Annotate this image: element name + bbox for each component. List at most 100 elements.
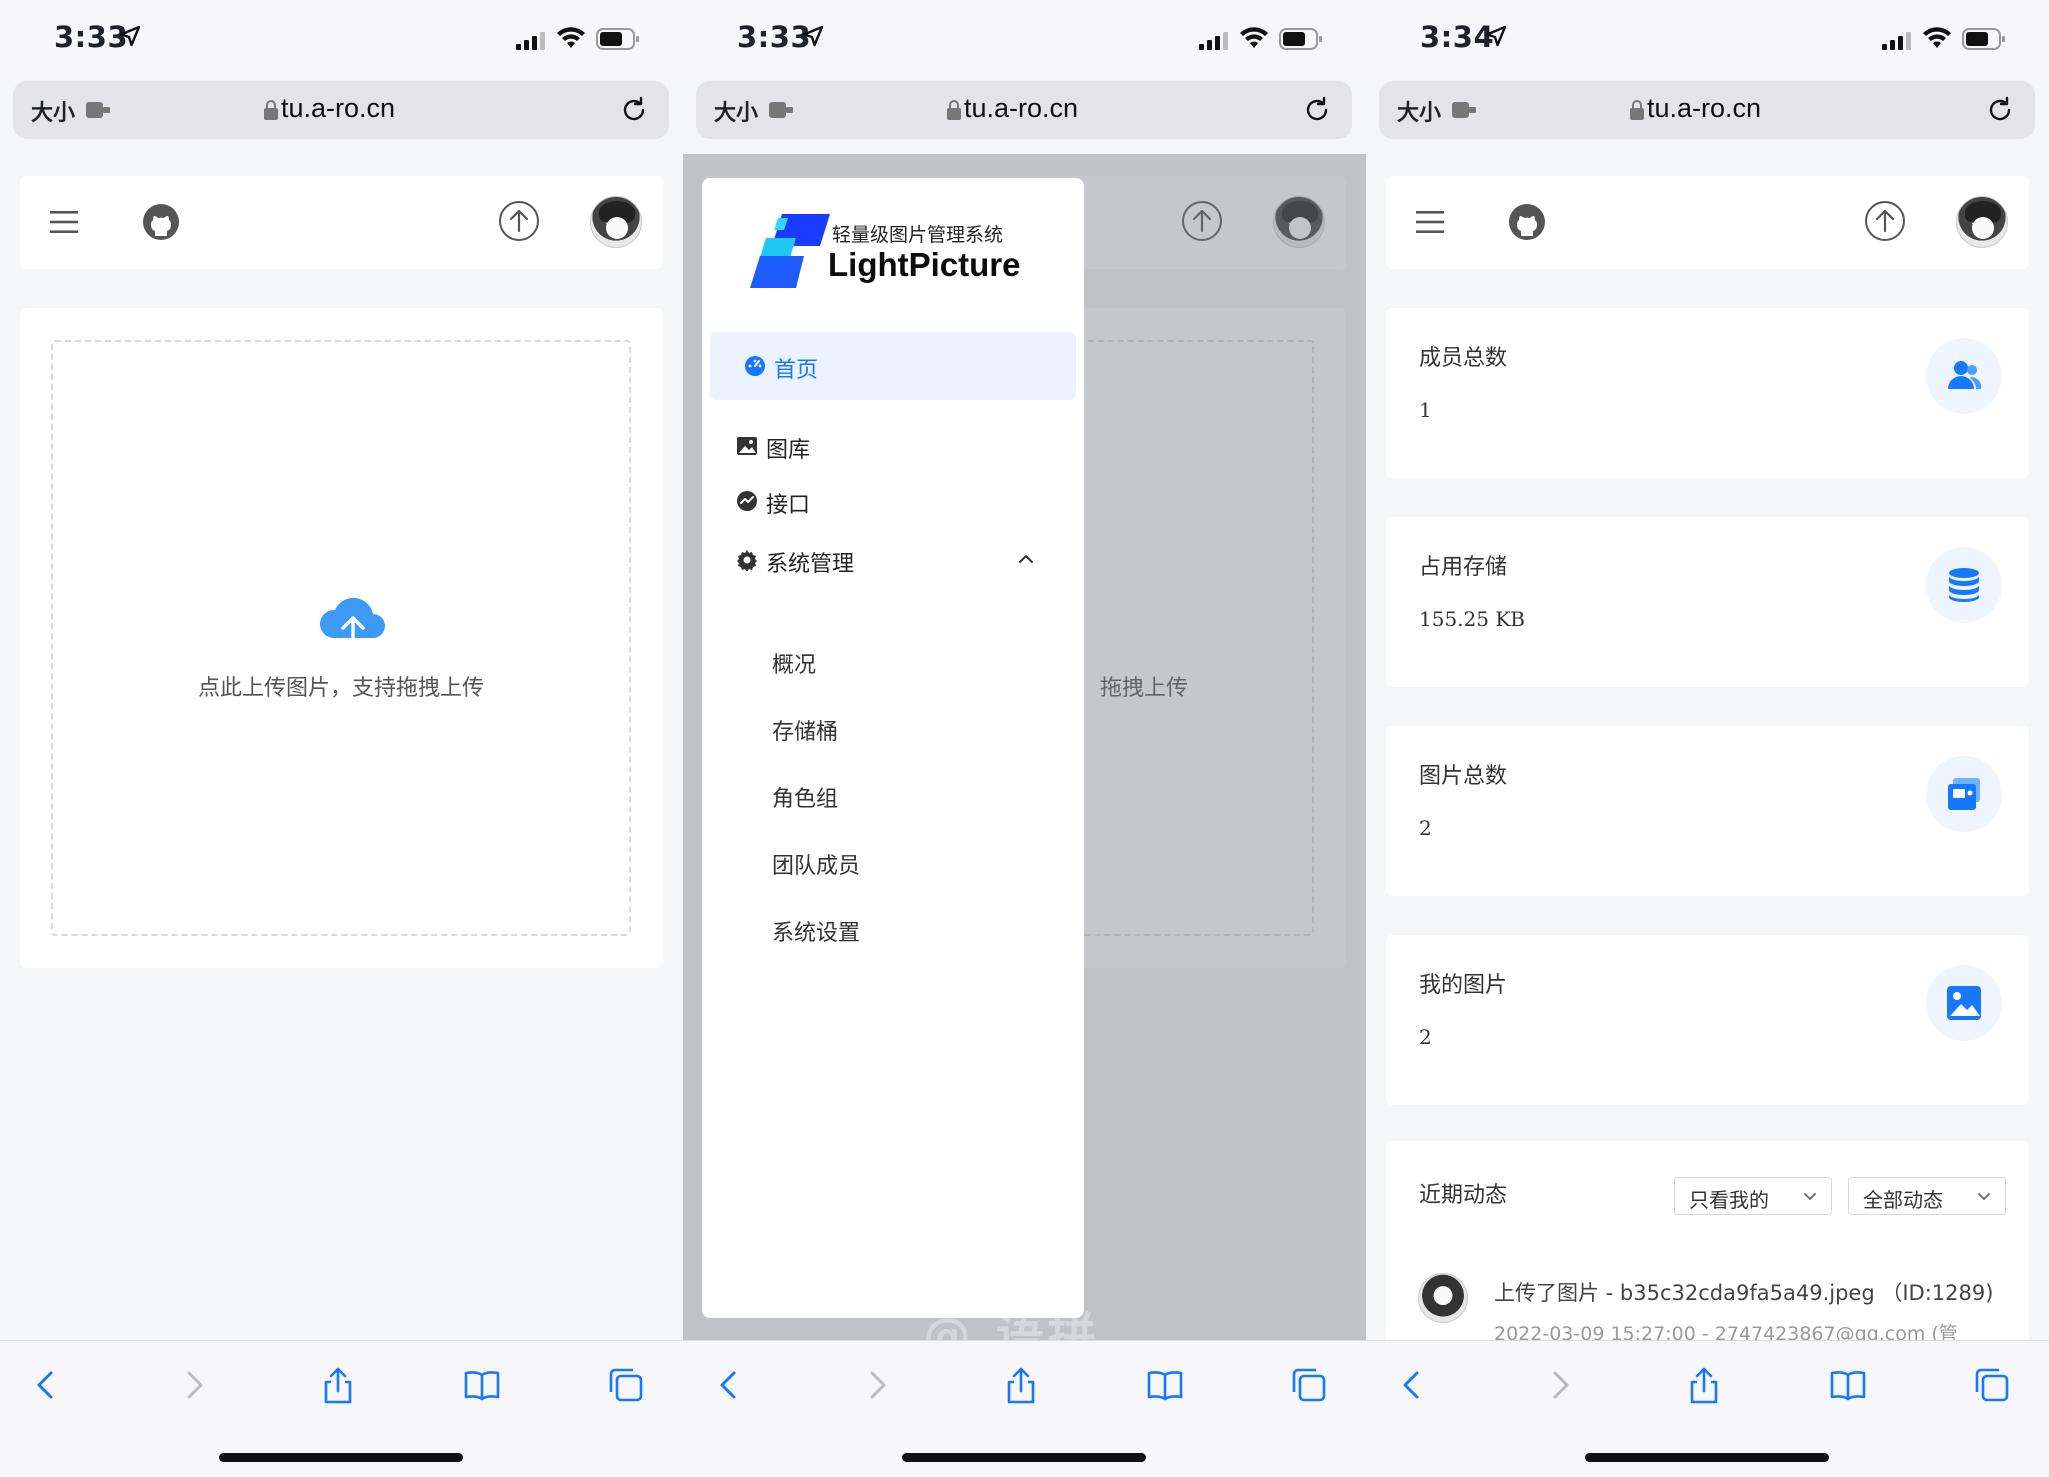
stat-card-my-images: 我的图片 2 [1386, 935, 2029, 1105]
forward-icon[interactable] [174, 1365, 214, 1405]
browser-toolbar [1366, 1340, 2049, 1477]
url-domain[interactable]: tu.a-ro.cn [281, 93, 395, 124]
bookmarks-icon[interactable] [1828, 1365, 1868, 1405]
logo-subtitle: 轻量级图片管理系统 [832, 224, 1004, 246]
cloud-upload-icon [319, 597, 385, 656]
sidebar-subitem-settings[interactable]: 系统设置 [772, 915, 860, 947]
wifi-icon [557, 27, 585, 48]
back-icon[interactable] [709, 1365, 749, 1405]
forward-icon[interactable] [1540, 1365, 1580, 1405]
extension-icon[interactable] [85, 99, 111, 121]
stat-icon-wrap [1926, 338, 2002, 414]
home-indicator [1585, 1453, 1829, 1462]
bookmarks-icon[interactable] [1145, 1365, 1185, 1405]
filter-all-select[interactable]: 全部动态 [1848, 1177, 2006, 1215]
stat-value: 2 [1419, 1025, 1432, 1049]
select-value: 全部动态 [1863, 1188, 1943, 1212]
user-avatar[interactable] [1956, 196, 2008, 248]
url-domain[interactable]: tu.a-ro.cn [964, 93, 1078, 124]
activity-title: 近期动态 [1419, 1183, 1508, 1208]
api-icon [737, 491, 757, 511]
extension-icon[interactable] [1451, 99, 1477, 121]
stat-title: 我的图片 [1419, 973, 1508, 998]
location-arrow-icon [119, 25, 141, 47]
tabs-icon[interactable] [1972, 1365, 2012, 1405]
bookmarks-icon[interactable] [462, 1365, 502, 1405]
select-value: 只看我的 [1689, 1188, 1769, 1212]
wifi-icon [1240, 27, 1268, 48]
sidebar-subitem-overview[interactable]: 概况 [772, 647, 816, 679]
gear-icon [737, 550, 757, 571]
stat-card-images: 图片总数 2 [1386, 726, 2029, 896]
extension-icon[interactable] [768, 99, 794, 121]
phone-screen-sidebar: 3:33 大小 tu.a-ro.cn 拖拽上传 轻量级图片管理系统 LightP… [683, 0, 1366, 1477]
share-icon[interactable] [1684, 1365, 1724, 1405]
stat-value: 1 [1419, 398, 1432, 422]
sidebar-subitem-members[interactable]: 团队成员 [772, 848, 860, 880]
sidebar-subitem-roles[interactable]: 角色组 [772, 781, 838, 813]
chevron-down-icon [1804, 1193, 1816, 1201]
stat-icon-wrap [1926, 965, 2002, 1041]
location-arrow-icon [802, 25, 824, 47]
phone-screen-upload: 3:33 大小 tu.a-ro.cn 点此上传图片，支持拖拽上传 [0, 0, 683, 1477]
lock-icon [947, 100, 961, 120]
reload-icon[interactable] [619, 95, 649, 125]
app-header [20, 176, 663, 269]
sidebar-item-label: 图库 [766, 438, 811, 463]
battery-icon [1962, 28, 2005, 50]
sidebar-item-system[interactable]: 系统管理 [710, 526, 1076, 594]
share-icon[interactable] [318, 1365, 358, 1405]
stat-title: 占用存储 [1419, 555, 1508, 580]
sidebar-item-label: 接口 [766, 493, 811, 518]
upload-icon[interactable] [498, 200, 540, 242]
forward-icon[interactable] [857, 1365, 897, 1405]
filter-mine-select[interactable]: 只看我的 [1674, 1177, 1832, 1215]
sidebar-item-home[interactable]: 首页 [710, 332, 1076, 400]
upload-icon[interactable] [1864, 200, 1906, 242]
menu-icon[interactable] [50, 209, 78, 235]
upload-card: 点此上传图片，支持拖拽上传 [20, 308, 663, 968]
location-arrow-icon [1485, 25, 1507, 47]
stat-title: 成员总数 [1419, 346, 1508, 371]
battery-icon [596, 28, 639, 50]
sidebar-item-api[interactable]: 接口 [710, 467, 1076, 535]
database-icon [1949, 568, 1979, 602]
sidebar-drawer: 轻量级图片管理系统 LightPicture 首页 图库 接口 系统管理 概况 … [702, 178, 1084, 1318]
menu-icon[interactable] [1416, 209, 1444, 235]
wifi-icon [1923, 27, 1951, 48]
user-avatar[interactable] [590, 196, 642, 248]
activity-text: 上传了图片 - b35c32cda9fa5a49.jpeg （ID:1289) [1494, 1281, 1994, 1305]
tabs-icon[interactable] [606, 1365, 646, 1405]
back-icon[interactable] [1392, 1365, 1432, 1405]
home-indicator [902, 1453, 1146, 1462]
stat-value: 2 [1419, 816, 1432, 840]
stat-value: 155.25 KB [1419, 607, 1525, 631]
upload-dropzone[interactable]: 点此上传图片，支持拖拽上传 [51, 340, 631, 936]
stat-card-storage: 占用存储 155.25 KB [1386, 517, 2029, 687]
reload-icon[interactable] [1985, 95, 2015, 125]
share-icon[interactable] [1001, 1365, 1041, 1405]
github-icon[interactable] [141, 202, 181, 242]
url-domain[interactable]: tu.a-ro.cn [1647, 93, 1761, 124]
status-bar: 3:33 [683, 0, 1366, 78]
stat-icon-wrap [1926, 547, 2002, 623]
sidebar-subitem-buckets[interactable]: 存储桶 [772, 714, 838, 746]
picture-icon [1947, 986, 1981, 1020]
browser-toolbar [683, 1340, 1366, 1477]
phone-screen-dashboard: 3:34 大小 tu.a-ro.cn 成员总数 1 占用存储 155.25 KB… [1366, 0, 2049, 1477]
reader-size-button[interactable]: 大小 [31, 95, 75, 127]
address-bar[interactable]: 大小 tu.a-ro.cn [13, 81, 669, 139]
tabs-icon[interactable] [1289, 1365, 1329, 1405]
chevron-down-icon [1978, 1193, 1990, 1201]
reload-icon[interactable] [1302, 95, 1332, 125]
address-bar[interactable]: 大小 tu.a-ro.cn [1379, 81, 2035, 139]
github-icon[interactable] [1507, 202, 1547, 242]
address-bar[interactable]: 大小 tu.a-ro.cn [696, 81, 1352, 139]
reader-size-button[interactable]: 大小 [714, 95, 758, 127]
users-icon [1948, 361, 1982, 389]
back-icon[interactable] [26, 1365, 66, 1405]
app-header [1386, 176, 2029, 269]
status-bar: 3:33 [0, 0, 683, 78]
lock-icon [264, 100, 278, 120]
reader-size-button[interactable]: 大小 [1397, 95, 1441, 127]
